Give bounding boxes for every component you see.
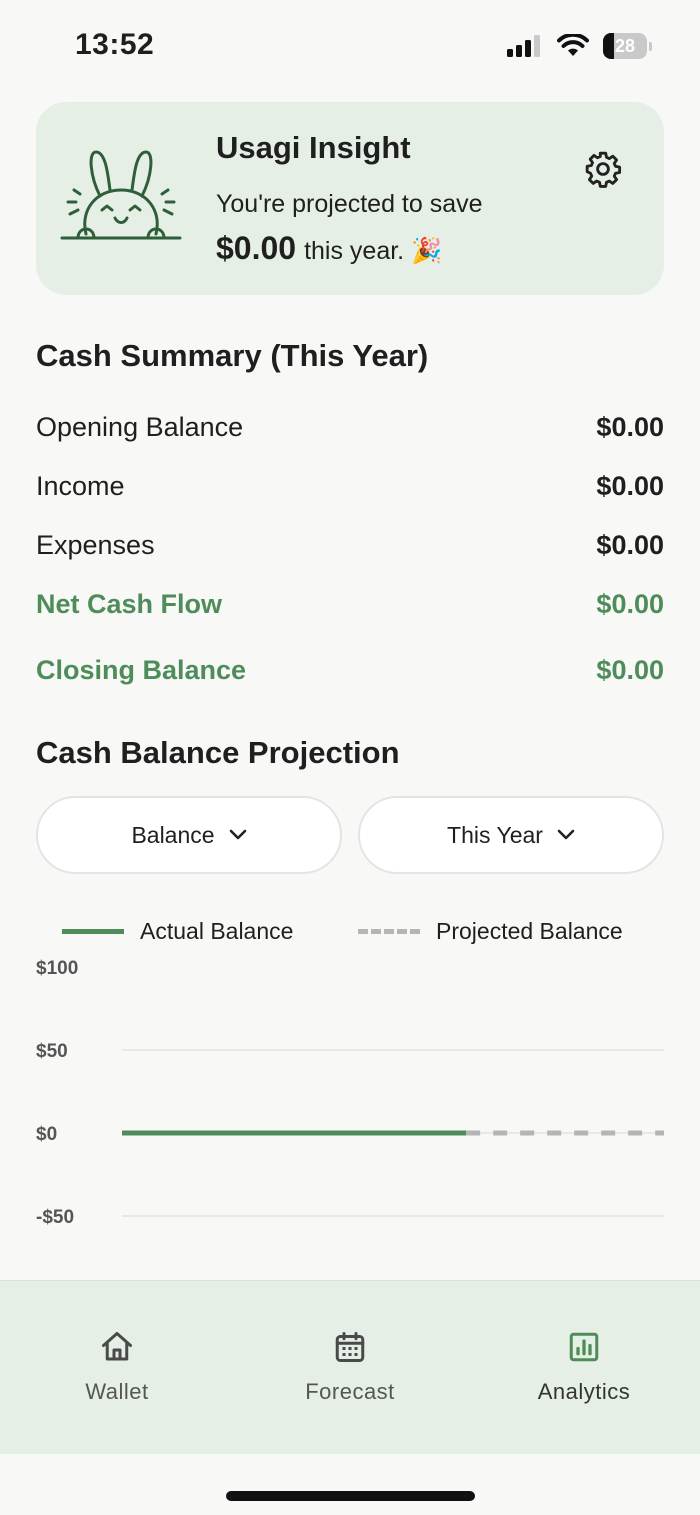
insight-card: Usagi Insight You're projected to save $…	[36, 102, 664, 295]
summary-label: Opening Balance	[36, 412, 244, 442]
status-time: 13:52	[75, 28, 155, 61]
nav-label: Forecast	[305, 1379, 395, 1404]
y-tick-label: $0	[36, 1124, 57, 1145]
summary-row-net-cash-flow: Net Cash Flow $0.00	[36, 589, 664, 620]
nav-forecast[interactable]: Forecast	[250, 1329, 450, 1405]
bottom-nav: Wallet Forecast Analytics	[0, 1280, 700, 1454]
home-indicator	[226, 1491, 475, 1501]
summary-label: Income	[36, 471, 125, 501]
insight-suffix: this year. 🎉	[304, 237, 443, 265]
cash-summary-title: Cash Summary (This Year)	[36, 338, 429, 373]
status-bar: 13:52 28	[0, 0, 700, 92]
legend-actual: Actual Balance	[62, 918, 293, 945]
balance-chart: $100 $50 $0 -$50	[36, 958, 664, 1228]
y-tick-label: $50	[36, 1041, 68, 1062]
nav-analytics[interactable]: Analytics	[484, 1329, 684, 1405]
gear-icon[interactable]	[584, 150, 622, 188]
period-dropdown-value: This Year	[447, 821, 543, 848]
summary-value: $0.00	[596, 530, 664, 560]
insight-message: You're projected to save	[216, 190, 483, 218]
chart-icon	[569, 1332, 599, 1362]
chevron-down-icon	[557, 829, 575, 840]
summary-value: $0.00	[596, 589, 664, 619]
summary-value: $0.00	[596, 655, 664, 685]
y-tick-label: -$50	[36, 1207, 74, 1228]
metric-dropdown[interactable]: Balance	[36, 796, 342, 874]
period-dropdown[interactable]: This Year	[358, 796, 664, 874]
metric-dropdown-value: Balance	[131, 821, 215, 848]
battery-cap	[649, 41, 652, 51]
summary-label: Net Cash Flow	[36, 589, 223, 619]
nav-wallet[interactable]: Wallet	[17, 1329, 217, 1405]
chevron-down-icon	[229, 829, 246, 840]
signal-icon	[507, 35, 540, 57]
status-icons: 28	[507, 33, 652, 59]
bunny-mascot-icon	[60, 150, 182, 240]
y-tick-label: $100	[36, 958, 78, 979]
legend-label: Actual Balance	[140, 918, 294, 944]
legend-label: Projected Balance	[436, 918, 623, 944]
home-icon	[102, 1332, 132, 1361]
battery-level: 28	[614, 35, 636, 56]
summary-label: Expenses	[36, 530, 155, 560]
insight-savings: $0.00 this year. 🎉	[216, 230, 442, 267]
insight-title: Usagi Insight	[216, 130, 411, 165]
summary-label: Closing Balance	[36, 655, 247, 685]
summary-value: $0.00	[596, 471, 664, 501]
calendar-icon	[335, 1332, 365, 1362]
legend-projected: Projected Balance	[358, 918, 623, 945]
legend-solid-swatch	[62, 929, 124, 934]
summary-row-opening-balance: Opening Balance $0.00	[36, 412, 664, 443]
nav-label: Wallet	[85, 1379, 149, 1404]
summary-row-closing-balance: Closing Balance $0.00	[36, 655, 664, 686]
summary-row-expenses: Expenses $0.00	[36, 530, 664, 561]
nav-label: Analytics	[537, 1379, 631, 1404]
wifi-icon	[557, 34, 589, 56]
legend-dashed-swatch	[358, 929, 420, 934]
battery-icon: 28	[603, 33, 647, 59]
summary-row-income: Income $0.00	[36, 471, 664, 502]
projected-savings-amount: $0.00	[216, 230, 297, 266]
summary-value: $0.00	[596, 412, 664, 442]
projection-title: Cash Balance Projection	[36, 735, 400, 770]
